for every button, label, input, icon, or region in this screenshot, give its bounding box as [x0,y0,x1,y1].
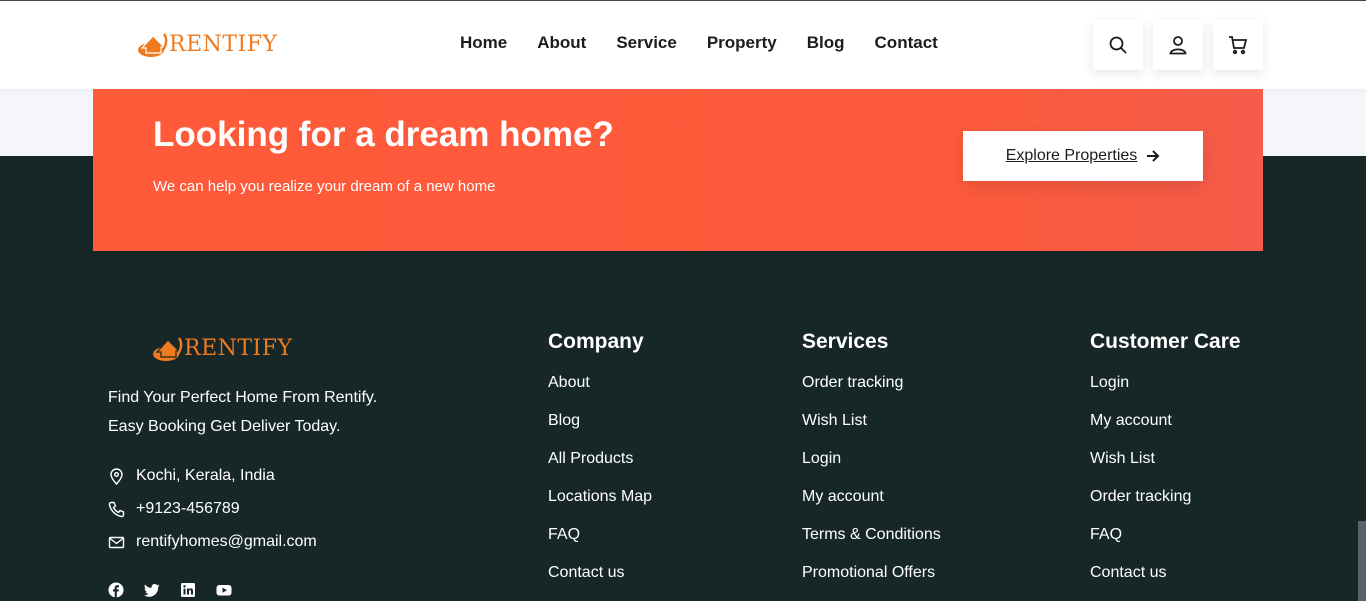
footer-link[interactable]: FAQ [1090,525,1241,563]
header-logo[interactable]: RENTIFY [137,30,278,58]
footer-link[interactable]: Order tracking [802,373,941,411]
search-icon [1109,36,1127,54]
email-text: rentifyhomes@gmail.com [136,533,317,550]
column-title: Services [802,330,889,353]
logo-house-icon [138,33,168,57]
footer-column-customer-care: Customer Care Login My account Wish List… [1090,330,1241,601]
address-text: Kochi, Kerala, India [136,467,275,484]
facebook-icon[interactable] [108,582,124,598]
mail-icon [108,536,125,548]
footer-link[interactable]: Contact us [1090,563,1241,601]
explore-button-label: Explore Properties [1005,147,1138,164]
footer-link[interactable]: Wish List [1090,449,1241,487]
contact-email[interactable]: rentifyhomes@gmail.com [108,533,317,551]
footer-link[interactable]: Order tracking [1090,487,1241,525]
footer-link[interactable]: Login [802,449,941,487]
about-line: Easy Booking Get Deliver Today. [108,418,341,435]
footer-about: Find Your Perfect Home From Rentify. Eas… [108,383,377,441]
main-nav: Home About Service Property Blog Contact [460,33,938,53]
contact-address: Kochi, Kerala, India [108,467,275,485]
footer-link[interactable]: All Products [548,449,652,487]
logo-text: RENTIFY [169,31,278,57]
column-title: Customer Care [1090,330,1241,353]
linkedin-icon[interactable] [180,582,196,598]
footer-link[interactable]: About [548,373,652,411]
footer-link[interactable]: Wish List [802,411,941,449]
footer-link[interactable]: Blog [548,411,652,449]
footer-link[interactable]: Terms & Conditions [802,525,941,563]
footer-link[interactable]: Promotional Offers [802,563,941,601]
footer-link[interactable]: Locations Map [548,487,652,525]
user-icon [1169,36,1187,55]
footer-logo[interactable]: RENTIFY [152,334,293,362]
social-links [108,582,232,598]
nav-property[interactable]: Property [707,33,777,53]
twitter-icon[interactable] [144,582,160,598]
phone-text: +9123-456789 [136,500,240,517]
footer-logo-text: RENTIFY [184,335,293,361]
nav-about[interactable]: About [537,33,586,53]
footer-link[interactable]: Contact us [548,563,652,601]
banner-subtitle: We can help you realize your dream of a … [153,178,496,195]
footer-link[interactable]: My account [802,487,941,525]
column-title: Company [548,330,644,353]
youtube-icon[interactable] [216,582,232,598]
phone-icon [108,501,125,517]
nav-contact[interactable]: Contact [875,33,938,53]
cart-icon [1229,36,1248,55]
footer-column-services: Services Order tracking Wish List Login … [802,330,941,601]
cta-banner: Looking for a dream home? We can help yo… [93,89,1263,251]
location-pin-icon [110,467,123,485]
about-line: Find Your Perfect Home From Rentify. [108,389,378,406]
logo-house-icon [153,337,183,361]
footer-column-company: Company About Blog All Products Location… [548,330,652,601]
scrollbar-thumb[interactable] [1358,521,1366,601]
nav-blog[interactable]: Blog [807,33,845,53]
footer-link[interactable]: Login [1090,373,1241,411]
search-button[interactable] [1093,20,1143,70]
banner-title: Looking for a dream home? [153,115,614,154]
footer-link[interactable]: My account [1090,411,1241,449]
site-header: RENTIFY Home About Service Property Blog… [0,0,1366,89]
nav-home[interactable]: Home [460,33,507,53]
footer-link[interactable]: FAQ [548,525,652,563]
cart-button[interactable] [1213,20,1263,70]
explore-properties-button[interactable]: Explore Properties [963,131,1203,181]
contact-phone[interactable]: +9123-456789 [108,500,240,518]
account-button[interactable] [1153,20,1203,70]
arrow-right-icon [1147,150,1160,162]
nav-service[interactable]: Service [616,33,677,53]
